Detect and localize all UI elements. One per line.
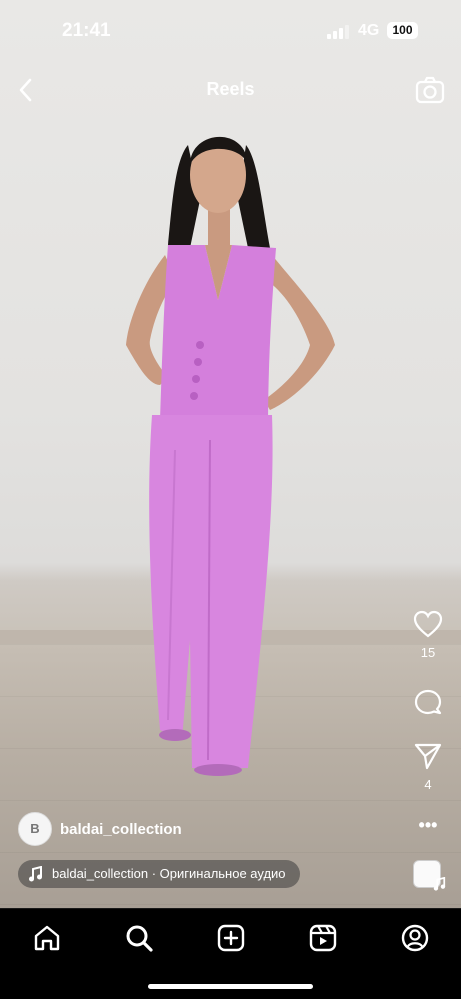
- battery-level: 100: [387, 22, 418, 39]
- music-note-icon: [29, 866, 42, 882]
- like-action[interactable]: 15: [405, 610, 451, 660]
- audio-label: baldai_collection · Оригинальное аудио: [52, 866, 286, 881]
- search-icon[interactable]: [124, 923, 154, 953]
- more-options-icon[interactable]: •••: [416, 816, 440, 834]
- share-count: 4: [424, 777, 432, 792]
- camera-icon[interactable]: [415, 75, 445, 105]
- profile-icon[interactable]: [400, 923, 430, 953]
- home-icon[interactable]: [32, 923, 62, 953]
- author-username[interactable]: baldai_collection: [60, 821, 182, 838]
- music-note-icon: [433, 877, 446, 891]
- reels-header: Reels: [0, 70, 461, 110]
- audio-thumbnail[interactable]: [413, 860, 446, 891]
- reels-icon[interactable]: [308, 923, 338, 953]
- network-type: 4G: [358, 22, 380, 39]
- like-count: 15: [420, 645, 436, 660]
- send-icon[interactable]: [413, 742, 443, 770]
- model-figure: [126, 136, 335, 776]
- reel-video[interactable]: [0, 0, 461, 908]
- heart-icon[interactable]: [413, 610, 443, 638]
- comment-action[interactable]: [405, 688, 451, 723]
- home-indicator: [148, 984, 313, 989]
- status-time: 21:41: [62, 20, 111, 41]
- audio-pill[interactable]: baldai_collection · Оригинальное аудио: [18, 860, 300, 888]
- comment-icon[interactable]: [413, 688, 443, 718]
- signal-icon: [327, 25, 349, 39]
- share-action[interactable]: 4: [405, 742, 451, 792]
- plus-square-icon[interactable]: [216, 923, 246, 953]
- status-bar: 21:41 4G 100: [0, 0, 461, 62]
- page-title: Reels: [206, 79, 255, 99]
- avatar[interactable]: B: [18, 812, 52, 846]
